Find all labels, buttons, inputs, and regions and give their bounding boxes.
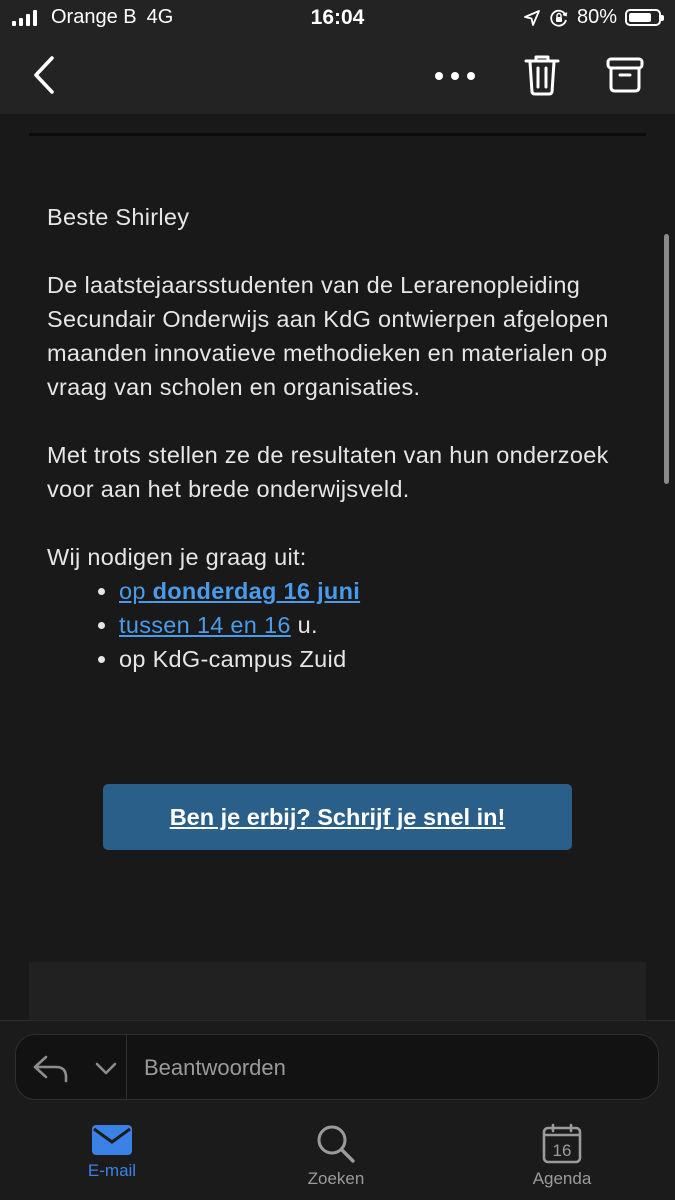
paragraph-results: Met trots stellen ze de resultaten van h…	[47, 442, 609, 502]
paragraph-intro: De laatstejaarsstudenten van de Lerareno…	[47, 272, 609, 400]
email-body: Beste Shirley De laatstejaarsstudenten v…	[0, 114, 675, 1020]
reply-field[interactable]: Beantwoorden	[15, 1034, 659, 1100]
reply-bar: Beantwoorden	[0, 1020, 675, 1116]
back-chevron-icon[interactable]	[28, 52, 68, 98]
scrollbar[interactable]	[664, 234, 669, 484]
reply-placeholder[interactable]: Beantwoorden	[144, 1055, 286, 1081]
divider	[29, 133, 646, 136]
date-prefix: op	[119, 578, 146, 604]
mail-toolbar	[0, 38, 675, 114]
status-bar: Orange B 4G 16:04 80%	[0, 0, 675, 38]
tab-email[interactable]: E-mail	[42, 1123, 182, 1181]
invite-intro: Wij nodigen je graag uit:	[47, 544, 307, 570]
status-right: 80%	[523, 6, 664, 29]
orientation-lock-icon	[550, 9, 568, 27]
battery-percent: 80%	[576, 6, 617, 28]
tab-search-label: Zoeken	[307, 1169, 365, 1188]
search-icon	[317, 1125, 355, 1163]
location-icon	[524, 9, 540, 26]
tab-agenda-label: Agenda	[532, 1169, 592, 1188]
mail-icon	[92, 1125, 132, 1155]
more-icon[interactable]	[432, 62, 478, 90]
list-item-location: op KdG-campus Zuid	[119, 642, 637, 676]
time-link[interactable]: tussen 14 en 16	[119, 612, 291, 638]
calendar-icon: 16	[542, 1123, 582, 1164]
tab-search[interactable]: Zoeken	[266, 1123, 406, 1189]
email-text: Beste Shirley De laatstejaarsstudenten v…	[47, 200, 637, 676]
list-item-date[interactable]: op donderdag 16 juni	[119, 574, 637, 608]
trash-icon[interactable]	[522, 52, 562, 98]
time-suffix: u.	[290, 612, 318, 638]
battery-level	[629, 13, 651, 22]
tab-bar: E-mail Zoeken 16 Agenda	[0, 1115, 675, 1200]
chevron-down-icon[interactable]	[94, 1059, 118, 1077]
register-button[interactable]: Ben je erbij? Schrijf je snel in!	[103, 784, 572, 850]
list-item-time[interactable]: tussen 14 en 16 u.	[119, 608, 637, 642]
tab-agenda[interactable]: 16 Agenda	[492, 1123, 632, 1189]
greeting: Beste Shirley	[47, 204, 190, 230]
calendar-day: 16	[553, 1141, 572, 1160]
tab-email-label: E-mail	[87, 1161, 137, 1180]
reply-icon[interactable]	[32, 1053, 70, 1083]
date-link[interactable]: op donderdag 16 juni	[119, 578, 360, 604]
battery-icon	[625, 9, 664, 26]
archive-icon[interactable]	[604, 54, 646, 96]
email-footer-block	[29, 962, 646, 1020]
reply-separator	[126, 1035, 127, 1099]
date-bold: donderdag 16 juni	[152, 578, 361, 604]
event-details-list: op donderdag 16 juni tussen 14 en 16 u. …	[47, 574, 637, 676]
